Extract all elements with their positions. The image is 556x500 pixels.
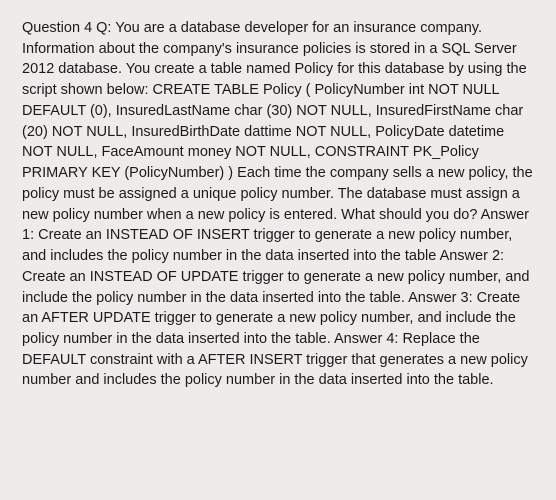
answer-2-label: Answer 2:: [440, 248, 504, 264]
answer-3-label: Answer 3:: [408, 290, 477, 306]
question-body: You are a database developer for an insu…: [22, 20, 533, 223]
question-label: Question 4 Q:: [22, 20, 115, 36]
question-block: Question 4 Q: You are a database develop…: [22, 18, 534, 391]
answer-4-label: Answer 4:: [334, 331, 403, 347]
